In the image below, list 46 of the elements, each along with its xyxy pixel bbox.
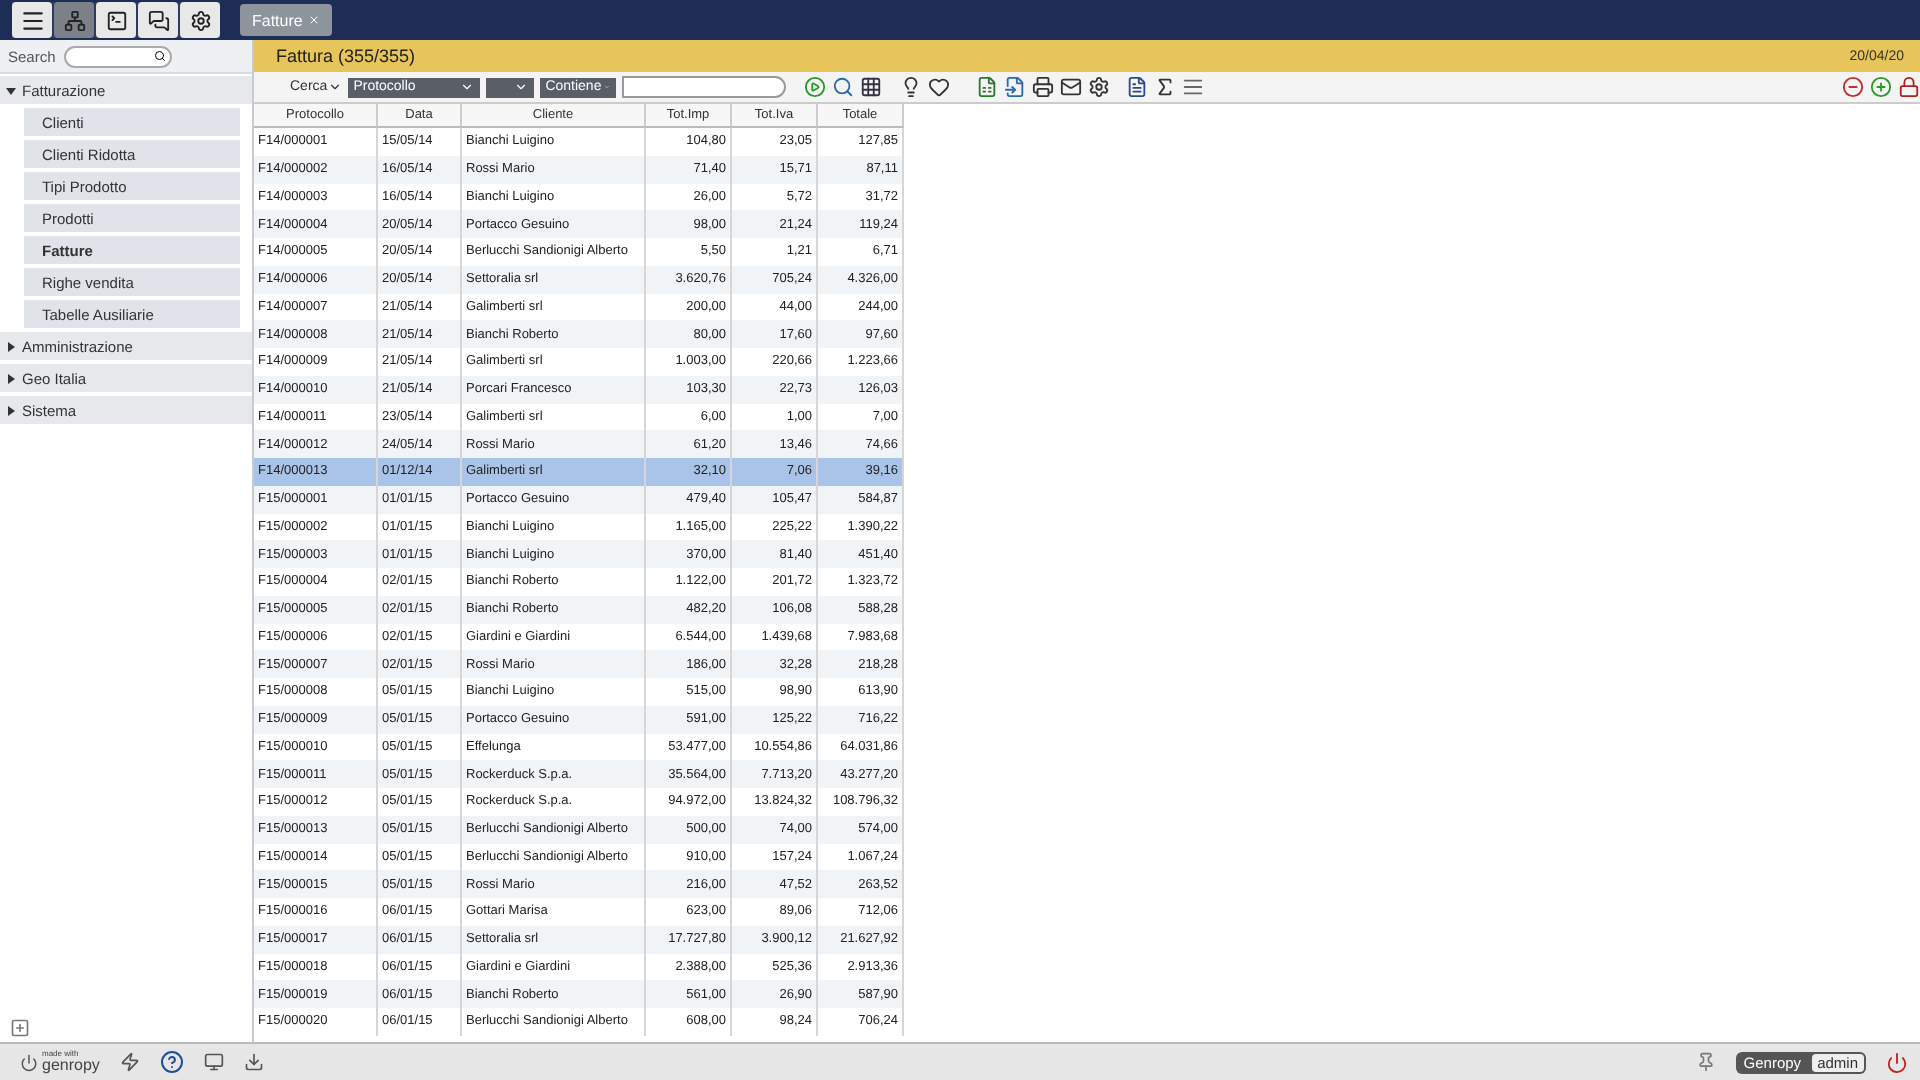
caret-icon [459, 80, 474, 94]
heart-icon[interactable] [927, 76, 950, 98]
caret-icon [327, 80, 342, 94]
view-title: Fattura (355/355) [276, 46, 416, 66]
add-window-icon[interactable] [10, 1018, 30, 1038]
caret-icon [513, 80, 528, 94]
grid-icon[interactable] [859, 76, 882, 98]
add-icon[interactable] [1870, 76, 1892, 98]
power-icon[interactable] [1886, 1051, 1908, 1073]
import-icon[interactable] [1003, 76, 1026, 98]
chat-icon [147, 9, 169, 31]
chat-button[interactable] [138, 2, 178, 38]
spreadsheet-icon[interactable] [975, 76, 998, 98]
download-icon[interactable] [243, 1052, 264, 1072]
help-icon[interactable] [159, 1050, 184, 1074]
mail-icon[interactable] [1059, 76, 1082, 98]
close-icon[interactable] [308, 14, 321, 26]
lock-icon[interactable] [1898, 76, 1920, 98]
terminal-icon [105, 9, 127, 31]
run-icon[interactable] [803, 76, 826, 98]
terminal-button[interactable] [96, 2, 136, 38]
bulb-icon[interactable] [899, 76, 922, 98]
tree-icon [63, 9, 85, 31]
monitor-icon[interactable] [203, 1052, 224, 1072]
collapsed-arrow-icon [6, 405, 16, 415]
document-icon[interactable] [1125, 76, 1148, 98]
menu-button[interactable] [12, 2, 52, 38]
settings-icon[interactable] [1087, 76, 1110, 98]
collapsed-arrow-icon [6, 373, 16, 383]
lightning-icon[interactable] [119, 1052, 140, 1072]
pin-icon[interactable] [1695, 1052, 1716, 1072]
settings-icon [189, 9, 211, 31]
settings-button[interactable] [180, 2, 220, 38]
search-icon [153, 50, 166, 62]
collapsed-arrow-icon [6, 341, 16, 351]
search-field[interactable] [63, 45, 172, 67]
list-icon[interactable] [1181, 76, 1204, 98]
remove-icon[interactable] [1842, 76, 1864, 98]
query-field[interactable] [621, 76, 786, 98]
search-icon[interactable] [831, 76, 854, 98]
expanded-arrow-icon [6, 85, 16, 95]
print-icon[interactable] [1031, 76, 1054, 98]
modifier-dropdown[interactable] [485, 77, 534, 97]
tree-button[interactable] [54, 2, 94, 38]
sum-icon[interactable] [1153, 76, 1176, 98]
menu-icon [19, 7, 45, 33]
